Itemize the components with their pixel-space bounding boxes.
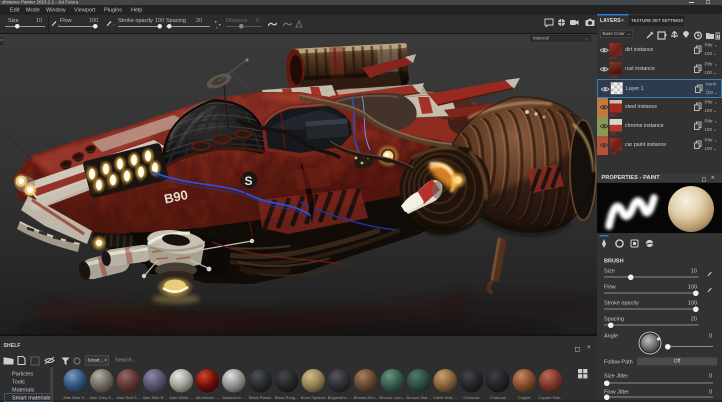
svg-text:S: S (245, 174, 253, 188)
